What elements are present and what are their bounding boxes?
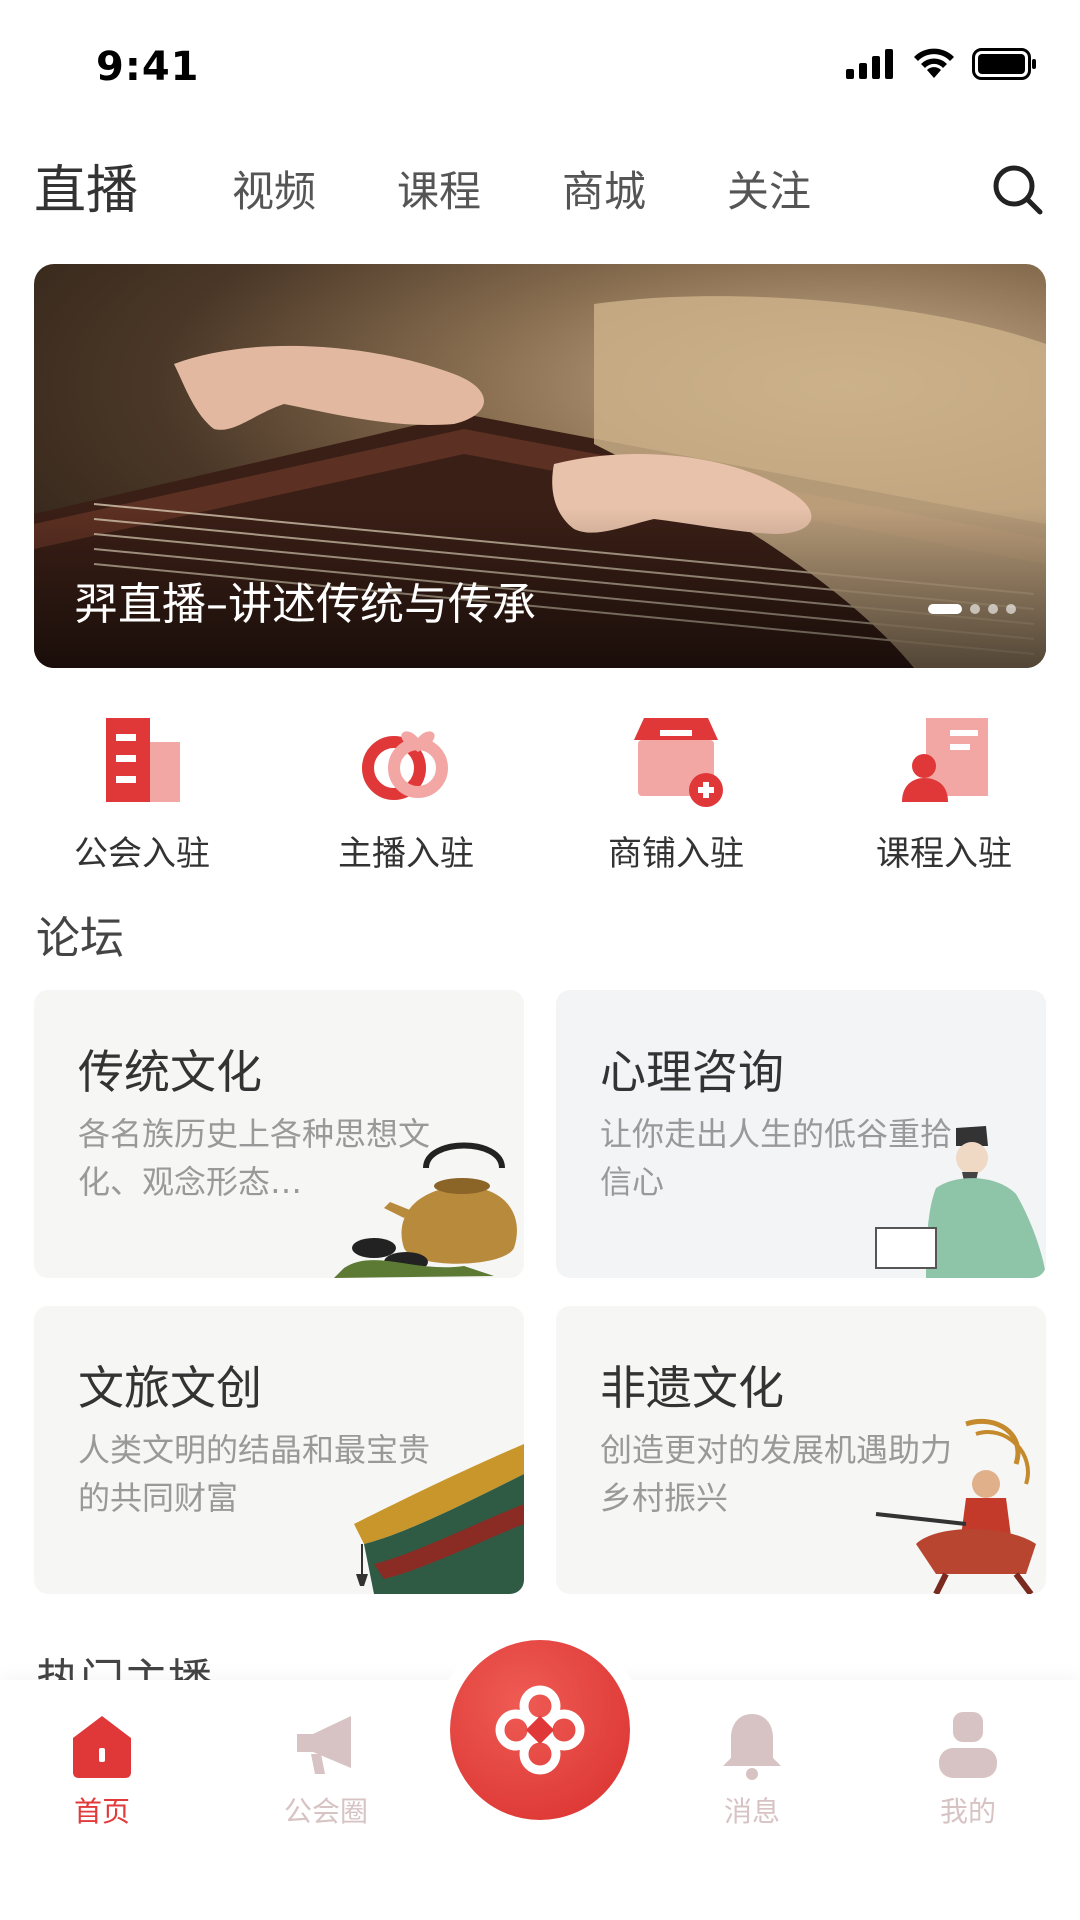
entry-course-label: 课程入驻 (876, 834, 1012, 874)
tab-home[interactable]: 首页 (22, 1710, 182, 1830)
hero-banner[interactable]: 羿直播–讲述传统与传承 (34, 264, 1046, 668)
tab-live[interactable]: 直播 (34, 148, 139, 223)
status-icons (846, 48, 1038, 80)
chinese-knot-icon (495, 1685, 585, 1775)
tab-me[interactable]: 我的 (888, 1710, 1048, 1830)
home-icon (73, 1716, 131, 1778)
pagination-dot (988, 604, 998, 614)
entry-anchor-label: 主播入驻 (338, 834, 474, 874)
tab-mall[interactable]: 商城 (562, 158, 646, 219)
bell-icon (723, 1714, 781, 1780)
status-bar: 9:41 (0, 0, 1080, 140)
forum-card-psychology[interactable]: 心理咨询 让你走出人生的低谷重拾信心 (556, 990, 1046, 1278)
entry-shop-label: 商铺入驻 (608, 834, 744, 874)
battery-icon (972, 48, 1036, 80)
building-icon (106, 718, 180, 802)
tab-messages[interactable]: 消息 (672, 1710, 832, 1830)
entry-anchor[interactable]: 主播入驻 (306, 710, 506, 875)
opera-warrior-icon (875, 1418, 1036, 1594)
entry-guild-label: 公会入驻 (74, 834, 210, 874)
card-title: 传统文化 (78, 1045, 262, 1099)
tab-guild-circle-label: 公会圈 (283, 1795, 368, 1828)
entry-course[interactable]: 课程入驻 (844, 710, 1044, 875)
home-indicator (400, 1892, 680, 1902)
pagination-dot (970, 604, 980, 614)
center-action-button[interactable] (450, 1640, 630, 1820)
teapot-icon (334, 1142, 517, 1278)
banner-caption: 羿直播–讲述传统与传承 (74, 579, 536, 630)
palace-eave-icon (354, 1444, 524, 1594)
tab-home-label: 首页 (73, 1795, 130, 1828)
card-title: 心理咨询 (600, 1045, 784, 1099)
scholar-icon (875, 1126, 1046, 1278)
signal-icon (846, 49, 893, 79)
shop-add-icon (634, 718, 723, 807)
tab-course[interactable]: 课程 (397, 158, 481, 219)
tab-live-label: 直播 (34, 161, 139, 221)
forum-card-traditional[interactable]: 传统文化 各名族历史上各种思想文化、观念形态… (34, 990, 524, 1278)
card-title: 非遗文化 (600, 1361, 784, 1415)
status-time: 9:41 (96, 44, 200, 90)
pagination-dot (1006, 604, 1016, 614)
tab-follow[interactable]: 关注 (727, 158, 811, 219)
tab-video[interactable]: 视频 (232, 158, 316, 219)
forum-title: 论坛 (36, 913, 124, 964)
megaphone-icon (297, 1716, 351, 1774)
linked-rings-icon (362, 731, 448, 800)
banner-pagination (928, 604, 1016, 614)
tab-me-label: 我的 (939, 1795, 996, 1828)
pagination-dot (928, 604, 962, 614)
entry-shop[interactable]: 商铺入驻 (576, 710, 776, 875)
teacher-board-icon (902, 718, 988, 802)
tab-guild-circle[interactable]: 公会圈 (246, 1710, 406, 1830)
forum-card-cultural-tourism[interactable]: 文旅文创 人类文明的结晶和最宝贵的共同财富 (34, 1306, 524, 1594)
top-nav: 直播 视频 课程 商城 关注 (0, 140, 1080, 240)
wifi-icon (914, 48, 954, 78)
tab-messages-label: 消息 (723, 1795, 780, 1828)
forum-card-intangible-heritage[interactable]: 非遗文化 创造更对的发展机遇助力乡村振兴 (556, 1306, 1046, 1594)
person-icon (939, 1712, 997, 1778)
card-title: 文旅文创 (78, 1361, 262, 1415)
entry-row: 公会入驻 主播入驻 商铺入驻 课程入驻 (0, 710, 1080, 874)
entry-guild[interactable]: 公会入驻 (42, 710, 242, 875)
search-icon[interactable] (990, 162, 1046, 218)
